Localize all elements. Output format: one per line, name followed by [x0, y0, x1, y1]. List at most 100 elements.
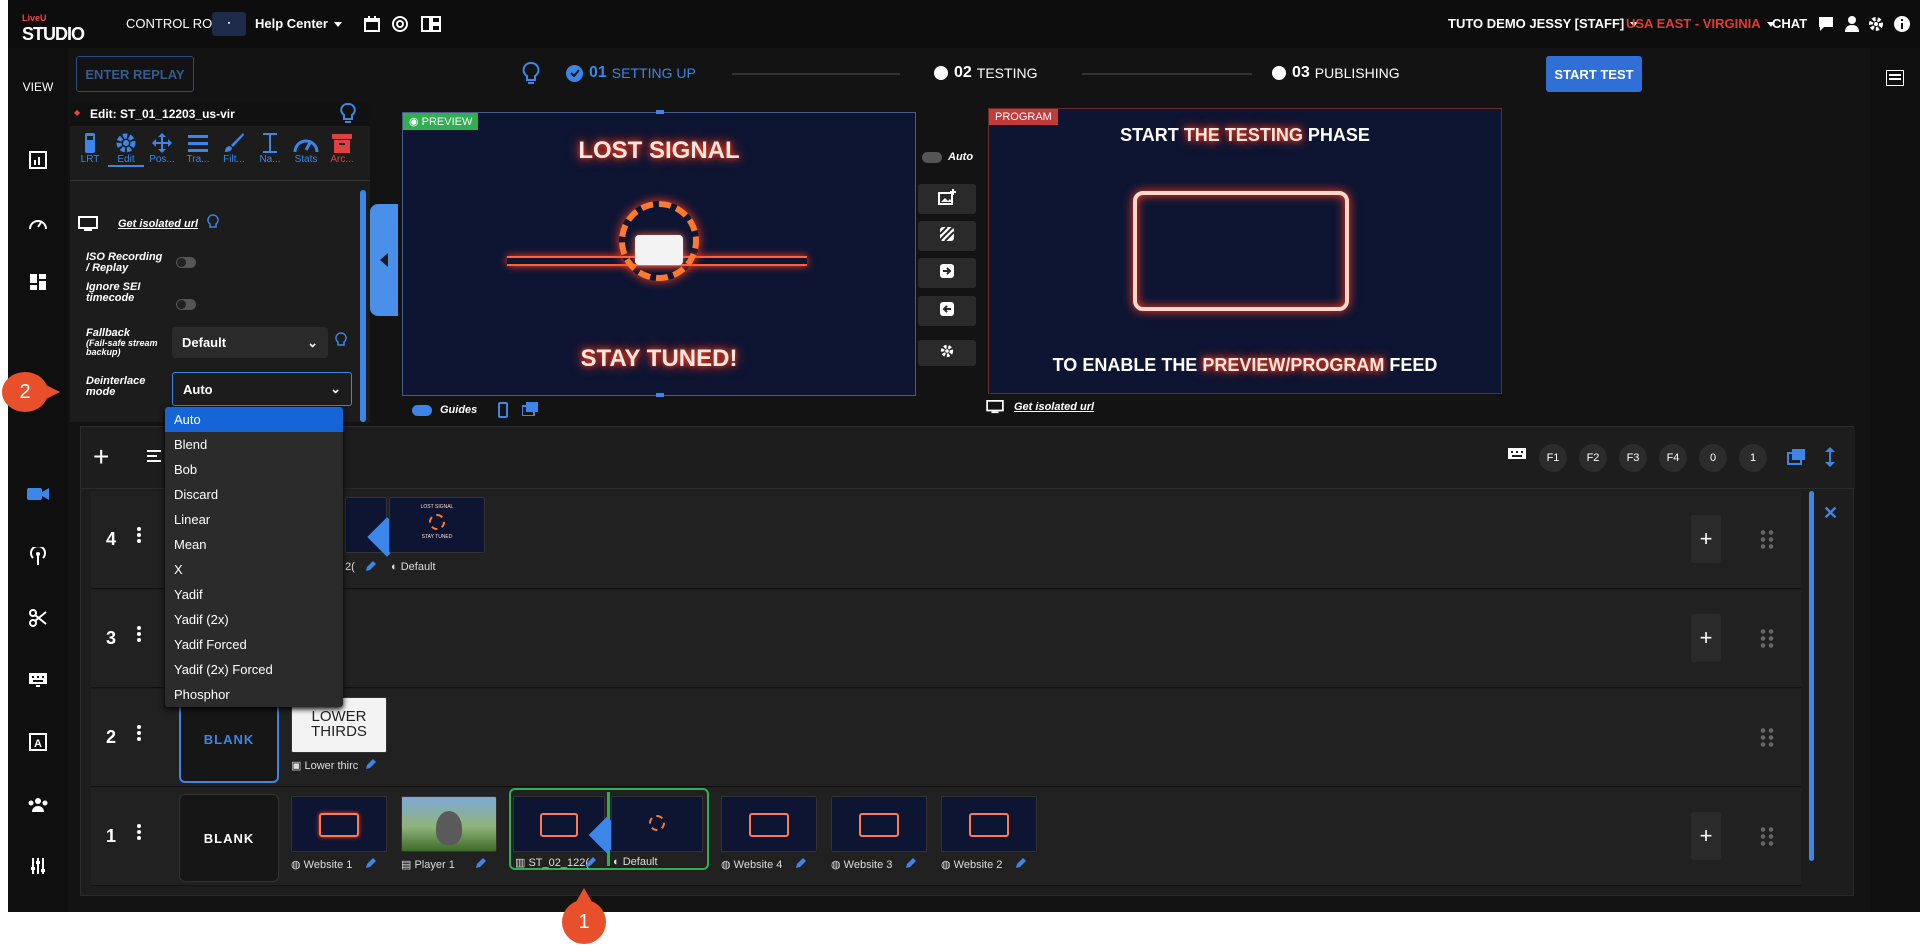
controls-settings-button[interactable]: [918, 340, 976, 366]
tool-transition[interactable]: Tra...: [180, 132, 216, 167]
pencil-icon[interactable]: [365, 757, 377, 775]
lightbulb-icon[interactable]: [522, 62, 540, 91]
keyboard-icon[interactable]: [26, 668, 50, 692]
menu-list-icon[interactable]: [1885, 69, 1905, 91]
fkey-f3[interactable]: F3: [1619, 444, 1647, 472]
option-yadif-2x[interactable]: Yadif (2x): [165, 607, 343, 632]
website-3-thumbnail[interactable]: [831, 796, 927, 852]
fkey-0[interactable]: 0: [1699, 444, 1727, 472]
pencil-icon[interactable]: [475, 856, 487, 874]
pencil-icon[interactable]: [905, 856, 917, 874]
copy-layers-icon[interactable]: [521, 402, 538, 421]
align-left-icon[interactable]: [147, 449, 161, 467]
option-yadif-2x-forced[interactable]: Yadif (2x) Forced: [165, 657, 343, 682]
option-yadif[interactable]: Yadif: [165, 582, 343, 607]
chat-bubble-icon[interactable]: [1816, 14, 1836, 34]
resize-handle[interactable]: [656, 393, 664, 397]
user-icon[interactable]: [1842, 14, 1862, 34]
layer-menu-icon[interactable]: [137, 527, 141, 548]
step-publishing[interactable]: 03 PUBLISHING: [1272, 64, 1400, 82]
close-icon[interactable]: ✕: [1823, 503, 1838, 524]
panel-scrollbar[interactable]: [360, 190, 366, 422]
drag-handle-icon[interactable]: [1759, 529, 1775, 551]
stack-copy-icon[interactable]: [1787, 449, 1805, 470]
layout-icon[interactable]: [420, 14, 442, 34]
layer-menu-icon[interactable]: [137, 626, 141, 647]
chart-icon[interactable]: [26, 148, 50, 172]
enter-replay-button[interactable]: ENTER REPLAY: [76, 56, 194, 92]
tool-edit[interactable]: Edit: [108, 132, 144, 167]
fkey-f2[interactable]: F2: [1579, 444, 1607, 472]
cut-in-button[interactable]: [918, 258, 976, 288]
fallback-select[interactable]: Default ⌄: [172, 327, 328, 358]
studio-thumbnail-icon[interactable]: ▪: [212, 12, 246, 36]
player-1-thumbnail[interactable]: [401, 796, 497, 852]
tool-stats[interactable]: Stats: [288, 132, 324, 167]
step-testing[interactable]: 02 TESTING: [934, 64, 1037, 82]
blank-source[interactable]: BLANK: [179, 695, 279, 783]
add-layer-icon[interactable]: +: [93, 443, 109, 471]
tool-filters[interactable]: Filt...: [216, 132, 252, 167]
option-x[interactable]: X: [165, 557, 343, 582]
camera-icon[interactable]: [26, 482, 50, 506]
layer-menu-icon[interactable]: [137, 824, 141, 845]
calendar-icon[interactable]: [362, 14, 382, 34]
scissors-icon[interactable]: [26, 606, 50, 630]
resize-handle[interactable]: [656, 110, 664, 114]
option-bob[interactable]: Bob: [165, 457, 343, 482]
hint-lightbulb-icon[interactable]: [207, 214, 219, 237]
pencil-icon[interactable]: [365, 559, 377, 577]
layers-scrollbar[interactable]: [1809, 491, 1814, 861]
layer-thumbnail[interactable]: LOST SIGNAL STAY TUNED: [389, 497, 485, 553]
layer-menu-icon[interactable]: [137, 725, 141, 746]
dashboard-icon[interactable]: [26, 270, 50, 294]
st-02-thumbnail[interactable]: [513, 796, 605, 852]
option-blend[interactable]: Blend: [165, 432, 343, 457]
tool-lrt[interactable]: LRT: [72, 132, 108, 167]
keyboard-shortcut-icon[interactable]: [1507, 447, 1527, 468]
iso-recording-toggle[interactable]: [176, 257, 196, 268]
add-image-button[interactable]: [918, 184, 976, 214]
help-lightbulb-icon[interactable]: [340, 102, 356, 131]
pencil-icon[interactable]: [795, 856, 807, 874]
option-linear[interactable]: Linear: [165, 507, 343, 532]
drag-handle-icon[interactable]: [1759, 628, 1775, 650]
broadcast-icon[interactable]: [26, 544, 50, 568]
guides-toggle[interactable]: [412, 405, 432, 416]
get-isolated-url-link[interactable]: Get isolated url: [118, 219, 198, 230]
sliders-icon[interactable]: [26, 854, 50, 878]
fallback-hint-icon[interactable]: [335, 332, 347, 355]
website-2-thumbnail[interactable]: [941, 796, 1037, 852]
pencil-icon[interactable]: [365, 856, 377, 874]
cut-out-button[interactable]: [918, 296, 976, 326]
blank-source[interactable]: BLANK: [179, 794, 279, 882]
tool-position[interactable]: Pos...: [144, 132, 180, 167]
website-4-thumbnail[interactable]: [721, 796, 817, 852]
mobile-icon[interactable]: [498, 402, 508, 423]
program-get-isolated-url-link[interactable]: Get isolated url: [1014, 402, 1094, 413]
transition-stripes-button[interactable]: [918, 221, 976, 251]
fkey-f1[interactable]: F1: [1539, 444, 1567, 472]
deinterlace-select[interactable]: Auto ⌄: [172, 372, 352, 406]
tool-archive[interactable]: Arc...: [324, 132, 360, 167]
chat-link[interactable]: CHAT: [1772, 16, 1807, 31]
add-source-button[interactable]: +: [1691, 812, 1721, 860]
users-group-icon[interactable]: [26, 792, 50, 816]
option-auto[interactable]: Auto: [165, 407, 343, 432]
option-phosphor[interactable]: Phosphor: [165, 682, 343, 707]
add-source-button[interactable]: +: [1691, 515, 1721, 563]
preview-screen[interactable]: ◉ PREVIEW LOST SIGNAL STAY TUNED!: [402, 110, 916, 397]
fkey-f4[interactable]: F4: [1659, 444, 1687, 472]
tool-name[interactable]: Na...: [252, 132, 288, 167]
lifebuoy-icon[interactable]: [390, 14, 410, 34]
option-discard[interactable]: Discard: [165, 482, 343, 507]
text-layer-icon[interactable]: A: [26, 730, 50, 754]
region-menu[interactable]: USA EAST - VIRGINIA: [1626, 16, 1775, 31]
pencil-icon[interactable]: [1015, 856, 1027, 874]
fkey-1[interactable]: 1: [1739, 444, 1767, 472]
speedometer-icon[interactable]: [26, 210, 50, 234]
pencil-icon[interactable]: [585, 855, 597, 873]
add-source-button[interactable]: +: [1691, 614, 1721, 662]
info-icon[interactable]: [1892, 14, 1912, 34]
start-test-button[interactable]: START TEST: [1546, 56, 1642, 92]
